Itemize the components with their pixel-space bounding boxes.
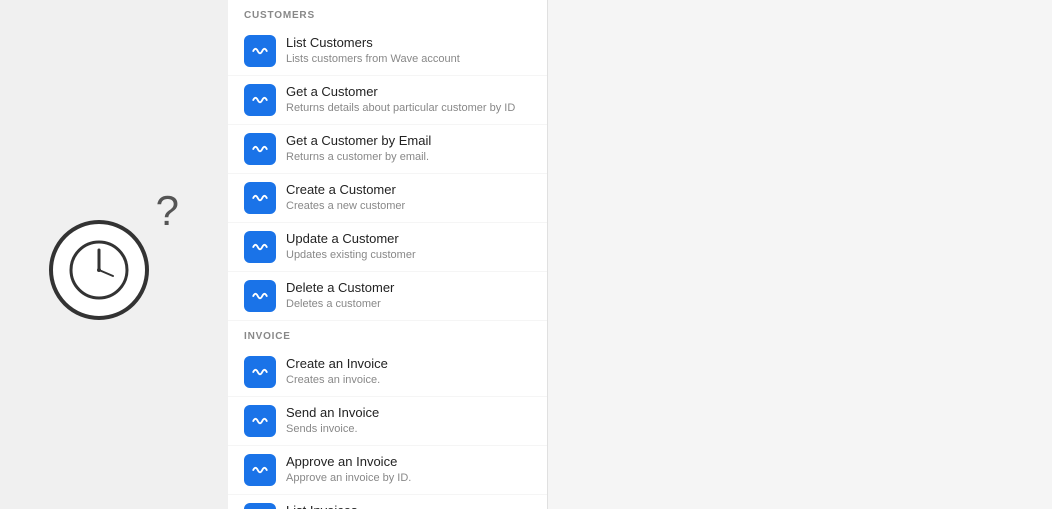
item-title-invoice-0: Create an Invoice: [286, 356, 388, 373]
item-subtitle-customers-5: Deletes a customer: [286, 297, 394, 311]
item-icon-invoice-0: [244, 356, 276, 388]
right-panel: [548, 0, 1052, 509]
item-title-customers-4: Update a Customer: [286, 231, 416, 248]
list-panel: CUSTOMERS List CustomersLists customers …: [228, 0, 548, 509]
section-header-invoice: INVOICE: [228, 321, 547, 348]
item-icon-invoice-1: [244, 405, 276, 437]
item-title-invoice-3: List Invoices: [286, 503, 358, 509]
item-icon-customers-3: [244, 182, 276, 214]
list-item-invoice-0[interactable]: Create an InvoiceCreates an invoice.: [228, 348, 547, 397]
item-title-customers-3: Create a Customer: [286, 182, 405, 199]
list-item-customers-3[interactable]: Create a CustomerCreates a new customer: [228, 174, 547, 223]
item-title-customers-0: List Customers: [286, 35, 460, 52]
item-subtitle-customers-1: Returns details about particular custome…: [286, 101, 515, 115]
left-illustration-panel: ?: [0, 0, 228, 509]
item-title-customers-1: Get a Customer: [286, 84, 515, 101]
item-icon-invoice-3: [244, 503, 276, 509]
list-item-customers-1[interactable]: Get a CustomerReturns details about part…: [228, 76, 547, 125]
item-title-customers-2: Get a Customer by Email: [286, 133, 431, 150]
item-subtitle-customers-3: Creates a new customer: [286, 199, 405, 213]
section-header-customers: CUSTOMERS: [228, 0, 547, 27]
list-item-customers-2[interactable]: Get a Customer by EmailReturns a custome…: [228, 125, 547, 174]
question-mark-icon: ?: [156, 190, 179, 232]
clock-illustration: ?: [49, 190, 179, 320]
list-item-invoice-1[interactable]: Send an InvoiceSends invoice.: [228, 397, 547, 446]
item-icon-customers-2: [244, 133, 276, 165]
item-subtitle-invoice-2: Approve an invoice by ID.: [286, 471, 411, 485]
item-subtitle-invoice-0: Creates an invoice.: [286, 373, 388, 387]
item-icon-invoice-2: [244, 454, 276, 486]
item-title-customers-5: Delete a Customer: [286, 280, 394, 297]
item-icon-customers-1: [244, 84, 276, 116]
list-item-customers-0[interactable]: List CustomersLists customers from Wave …: [228, 27, 547, 76]
item-title-invoice-1: Send an Invoice: [286, 405, 379, 422]
item-icon-customers-5: [244, 280, 276, 312]
clock-face: [49, 220, 149, 320]
list-item-invoice-3[interactable]: List InvoicesLists invoices.: [228, 495, 547, 509]
item-subtitle-invoice-1: Sends invoice.: [286, 422, 379, 436]
item-icon-customers-0: [244, 35, 276, 67]
item-icon-customers-4: [244, 231, 276, 263]
list-item-customers-4[interactable]: Update a CustomerUpdates existing custom…: [228, 223, 547, 272]
list-item-invoice-2[interactable]: Approve an InvoiceApprove an invoice by …: [228, 446, 547, 495]
list-item-customers-5[interactable]: Delete a CustomerDeletes a customer: [228, 272, 547, 321]
item-subtitle-customers-0: Lists customers from Wave account: [286, 52, 460, 66]
item-subtitle-customers-4: Updates existing customer: [286, 248, 416, 262]
item-subtitle-customers-2: Returns a customer by email.: [286, 150, 431, 164]
item-title-invoice-2: Approve an Invoice: [286, 454, 411, 471]
